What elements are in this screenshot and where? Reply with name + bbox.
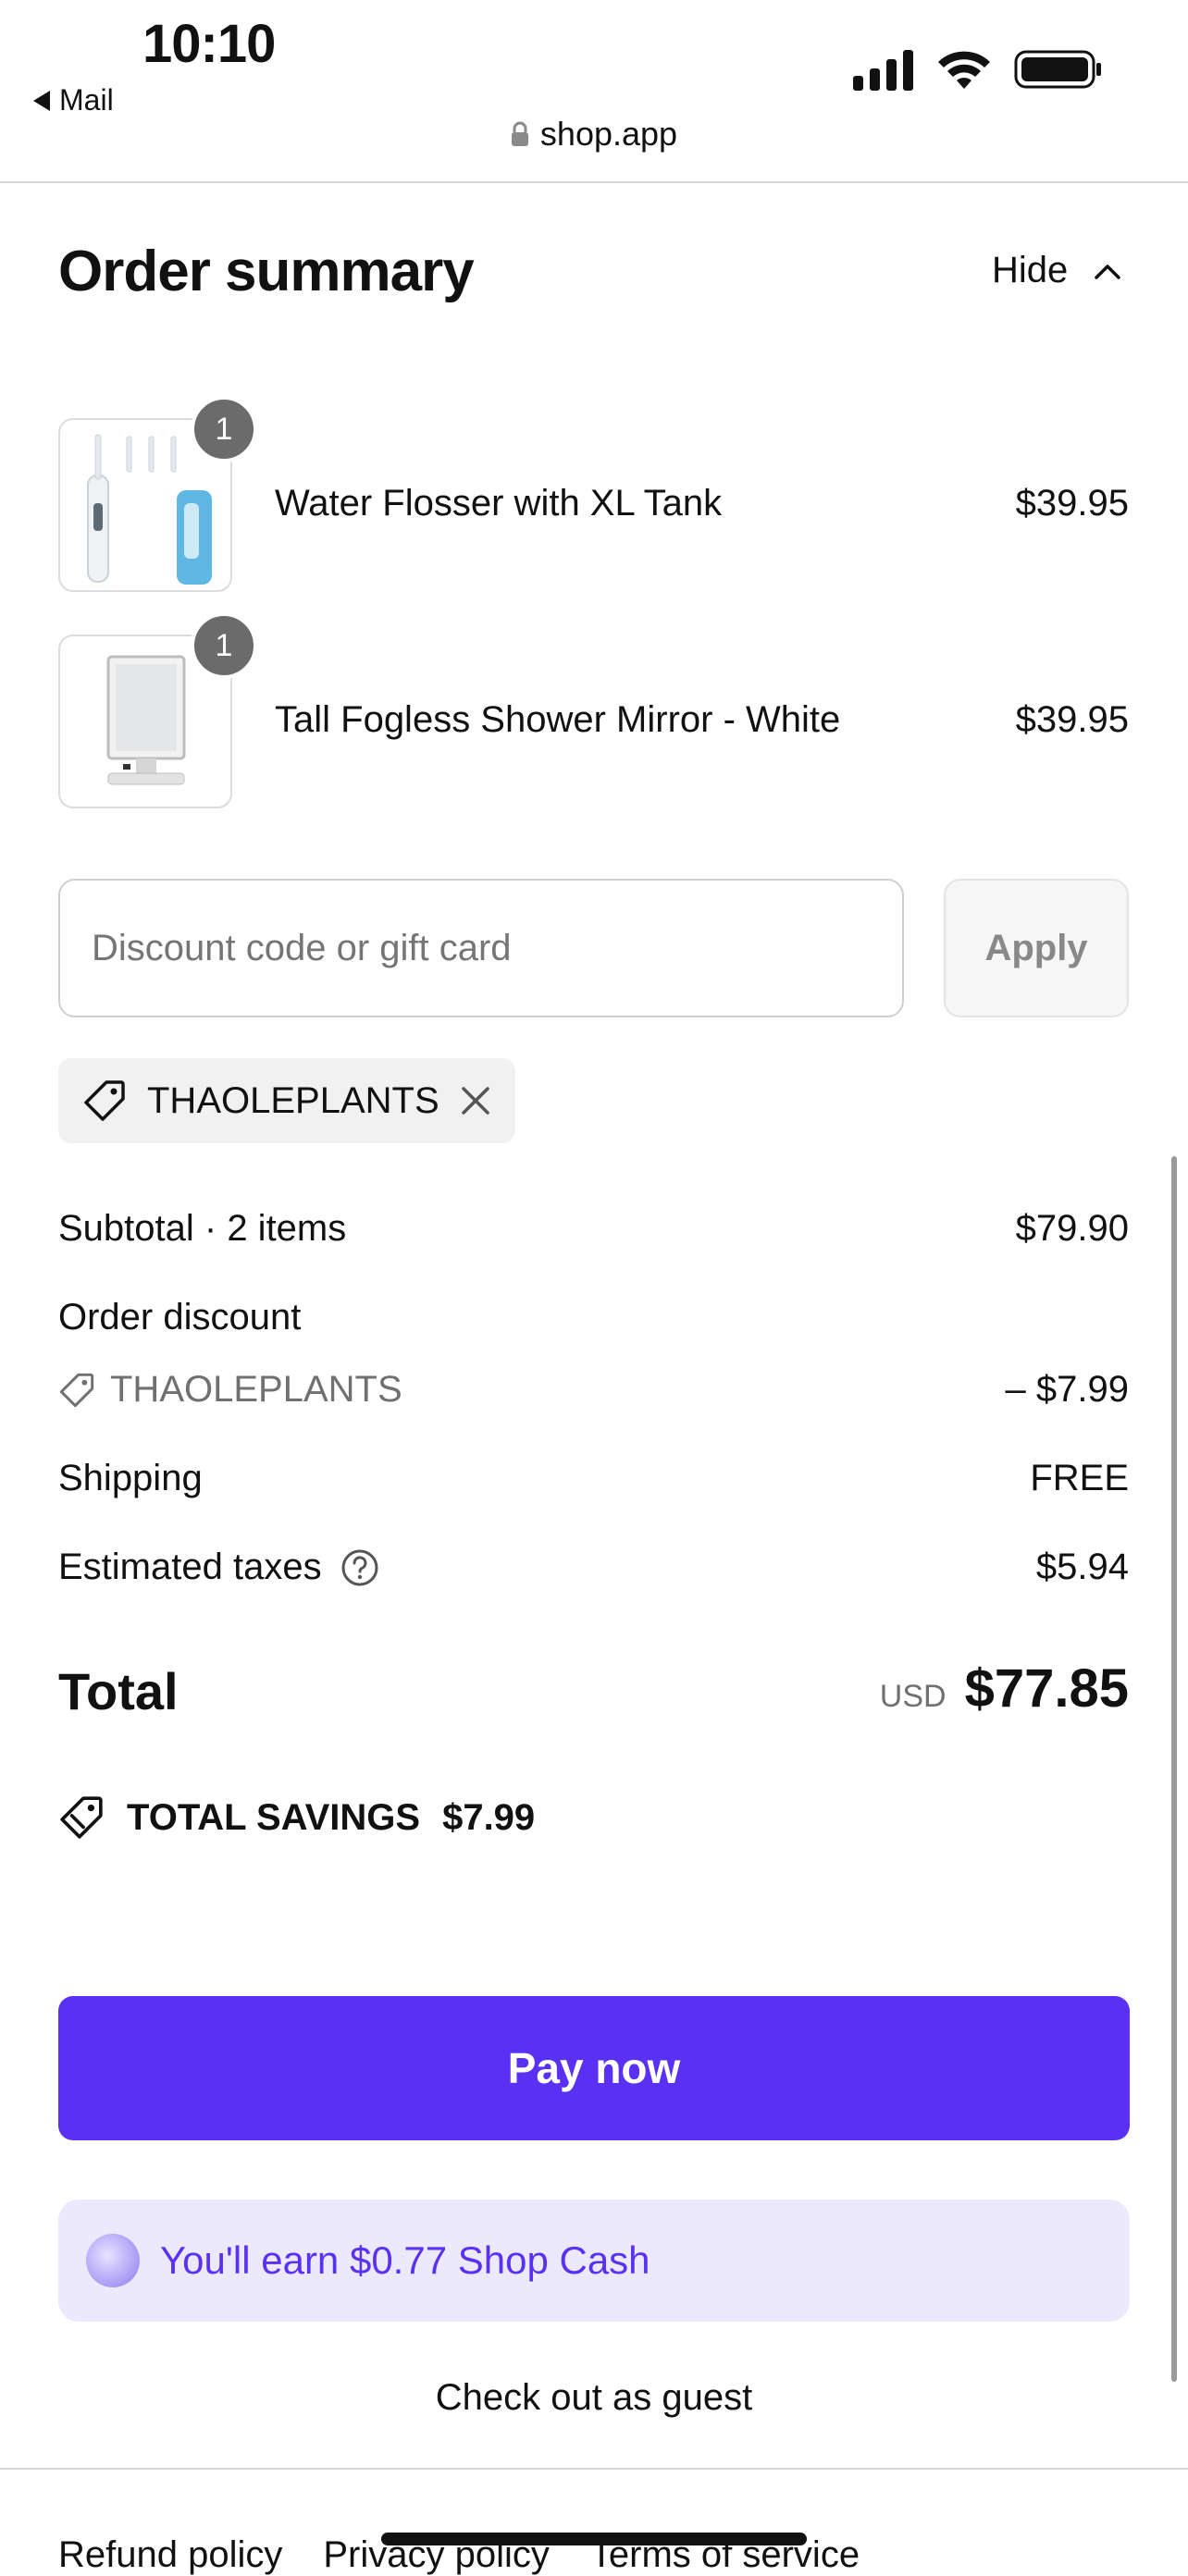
wifi-icon	[938, 51, 990, 89]
total-amount: USD $77.85	[880, 1658, 1129, 1719]
item-price: $39.95	[1015, 699, 1129, 740]
close-icon[interactable]	[460, 1085, 491, 1116]
back-to-app[interactable]: Mail	[33, 83, 114, 117]
hide-label: Hide	[992, 250, 1069, 290]
pay-now-button[interactable]: Pay now	[58, 1996, 1130, 2140]
applied-discount-chip: THAOLEPLANTS	[58, 1058, 515, 1143]
savings-tag-icon	[60, 1796, 103, 1839]
status-time: 10:10	[142, 14, 276, 74]
chevron-up-icon	[1095, 264, 1121, 279]
item-price: $39.95	[1015, 483, 1129, 524]
subtotal-value: $79.90	[1015, 1208, 1129, 1249]
apply-button[interactable]: Apply	[944, 879, 1129, 1017]
signal-icon	[853, 50, 913, 91]
battery-icon	[1014, 50, 1101, 89]
quantity-badge: 1	[191, 396, 257, 462]
refund-policy-link[interactable]: Refund policy	[58, 2534, 282, 2576]
shipping-value: FREE	[1030, 1458, 1129, 1498]
status-icons	[853, 48, 1103, 91]
shop-cash-coin-icon	[86, 2234, 140, 2287]
quantity-badge: 1	[191, 612, 257, 679]
applied-code-label: THAOLEPLANTS	[147, 1079, 439, 1121]
discount-code-input[interactable]	[58, 879, 904, 1017]
item-name: Tall Fogless Shower Mirror - White	[275, 699, 841, 740]
currency-code: USD	[879, 1679, 947, 1714]
total-savings: TOTAL SAVINGS $7.99	[58, 1794, 535, 1841]
taxes-value: $5.94	[1035, 1547, 1129, 1587]
tag-icon	[84, 1080, 125, 1121]
scrollbar[interactable]	[1171, 1156, 1177, 2382]
order-discount-label: Order discount	[58, 1297, 302, 1337]
lock-icon	[511, 121, 528, 146]
back-app-label: Mail	[59, 83, 114, 117]
total-label: Total	[58, 1662, 179, 1720]
shipping-label: Shipping	[58, 1458, 203, 1498]
header-divider	[0, 181, 1188, 183]
tag-icon	[59, 1373, 94, 1407]
guest-checkout-link[interactable]: Check out as guest	[0, 2377, 1188, 2419]
shop-cash-text: You'll earn $0.77 Shop Cash	[160, 2238, 650, 2282]
taxes-label: Estimated taxes	[58, 1547, 322, 1587]
taxes-row: Estimated taxes	[58, 1547, 379, 1588]
discount-value: – $7.99	[1005, 1369, 1129, 1410]
hide-summary-toggle[interactable]: Hide	[992, 250, 1121, 291]
footer-divider	[0, 2468, 1188, 2470]
url-text: shop.app	[539, 115, 678, 153]
item-name: Water Flosser with XL Tank	[275, 483, 723, 524]
shop-cash-banner: You'll earn $0.77 Shop Cash	[58, 2200, 1130, 2322]
help-icon[interactable]	[340, 1548, 379, 1587]
discount-code-row: THAOLEPLANTS	[58, 1369, 402, 1411]
savings-label: TOTAL SAVINGS	[127, 1796, 421, 1838]
order-summary-title: Order summary	[58, 240, 475, 303]
discount-code-text: THAOLEPLANTS	[110, 1369, 402, 1410]
subtotal-label: Subtotal · 2 items	[58, 1208, 347, 1249]
address-bar[interactable]: shop.app	[0, 115, 1188, 154]
total-value: $77.85	[964, 1658, 1129, 1719]
home-indicator[interactable]	[381, 2533, 807, 2545]
back-arrow-icon	[33, 90, 50, 111]
savings-value: $7.99	[442, 1796, 536, 1838]
